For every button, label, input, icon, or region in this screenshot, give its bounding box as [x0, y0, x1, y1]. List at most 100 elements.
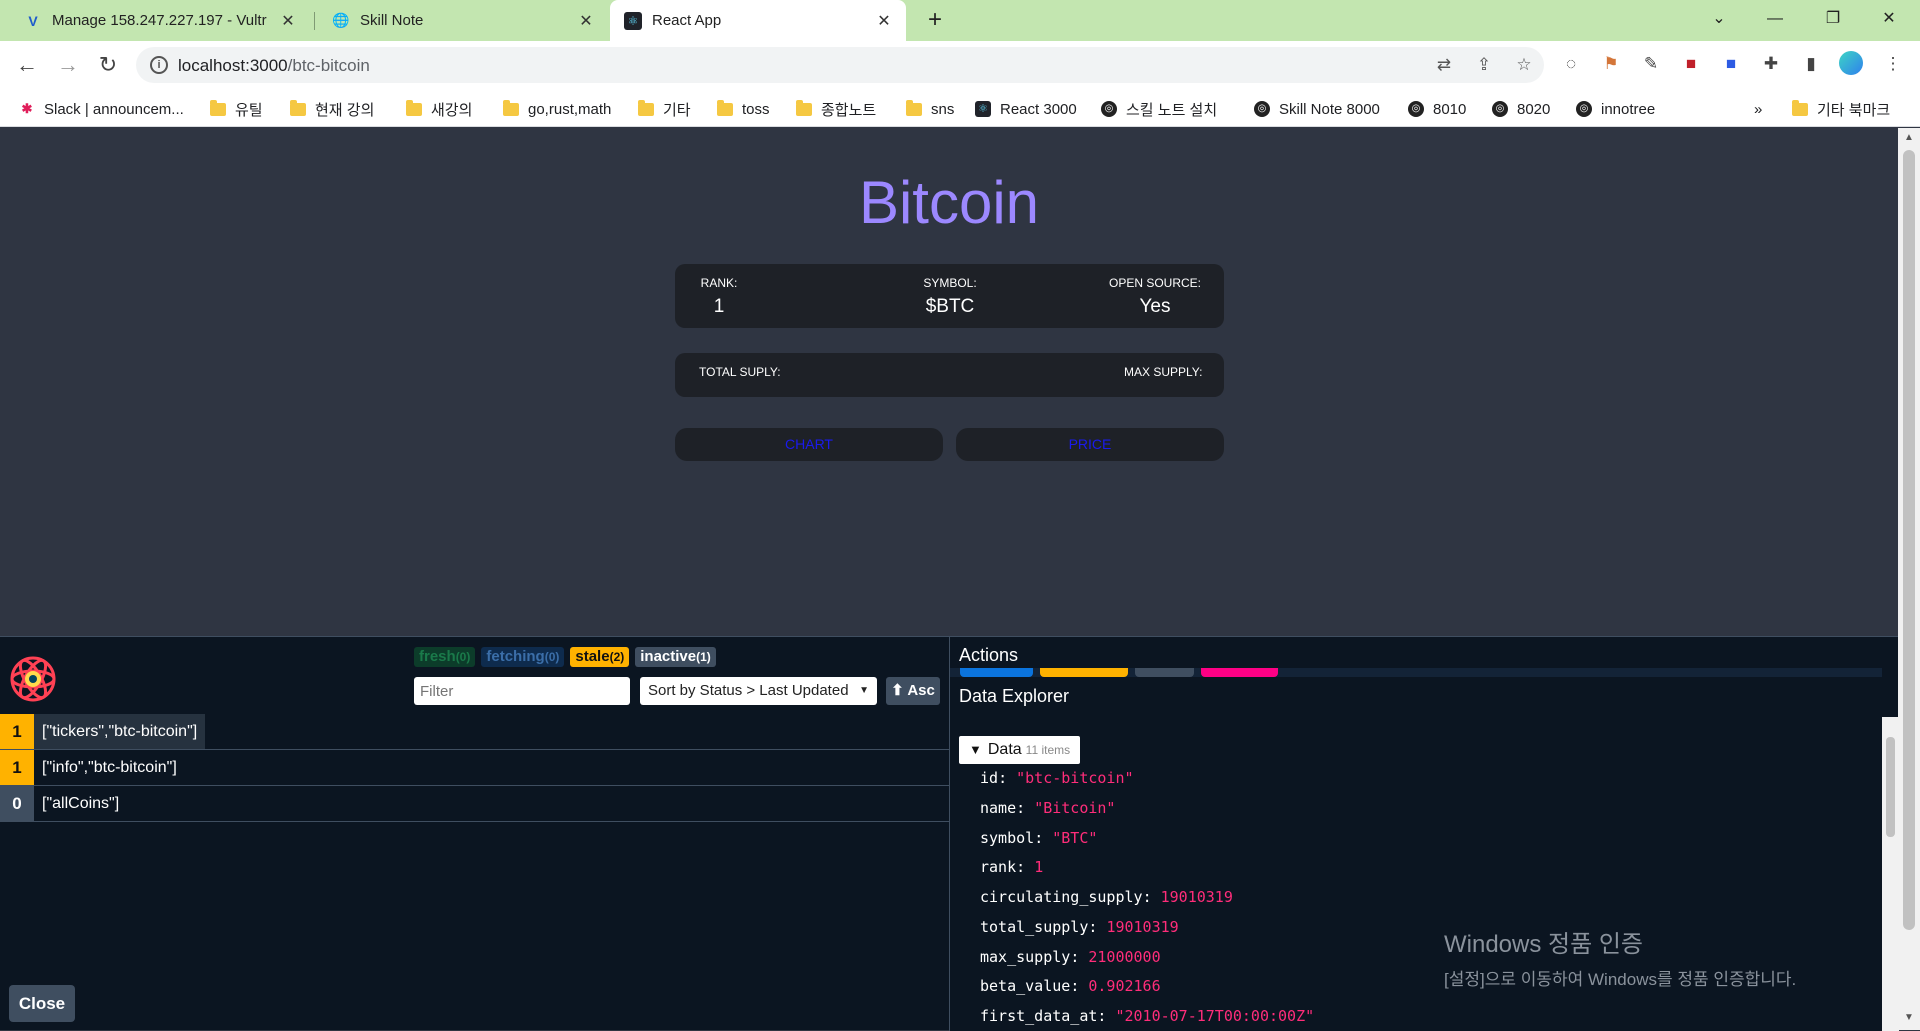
scroll-up-arrow-icon[interactable]: ▲	[1898, 132, 1920, 143]
query-row[interactable]: 1 ["tickers","btc-bitcoin"]	[0, 714, 949, 750]
folder-icon	[638, 99, 654, 116]
bookmark-item[interactable]: ◎ 8020	[1492, 98, 1550, 120]
invalidate-button[interactable]	[1040, 668, 1128, 677]
scrollbar-thumb[interactable]	[1903, 150, 1915, 930]
more-bookmarks-button[interactable]: »	[1754, 98, 1762, 120]
bookmark-item[interactable]: ⚛ React 3000	[975, 98, 1077, 120]
back-button[interactable]: ←	[11, 49, 43, 81]
folder-icon	[906, 99, 922, 116]
restore-button[interactable]: ❐	[1810, 0, 1856, 41]
menu-icon[interactable]: ⋮	[1880, 51, 1906, 77]
query-key: ["info","btc-bitcoin"]	[42, 759, 177, 776]
max-supply-cell: MAX SUPPLY:	[1124, 365, 1202, 379]
close-tab-icon[interactable]: ✕	[874, 11, 894, 31]
query-key: ["allCoins"]	[42, 795, 120, 812]
bookmark-item[interactable]: 기타	[638, 98, 691, 120]
close-devtools-button[interactable]: Close	[9, 985, 75, 1022]
fresh-badge: fresh(0)	[414, 647, 476, 667]
extension-icon[interactable]: ■	[1678, 51, 1704, 77]
puzzle-icon[interactable]: ✚	[1758, 51, 1784, 77]
eyedropper-icon[interactable]: ✎	[1638, 51, 1664, 77]
minimize-button[interactable]: —	[1752, 0, 1798, 41]
data-field: max_supply: 21000000	[980, 948, 1161, 966]
other-bookmarks-folder[interactable]: 기타 북마크	[1792, 98, 1890, 120]
stale-badge: stale(2)	[570, 647, 630, 667]
extension-icon[interactable]: ⚑	[1598, 51, 1624, 77]
tab-react-app[interactable]: ⚛ React App ✕	[610, 0, 906, 41]
folder-icon	[406, 99, 422, 116]
observer-count: 1	[0, 750, 34, 785]
query-row[interactable]: 1 ["info","btc-bitcoin"]	[0, 750, 949, 786]
scrollbar-thumb[interactable]	[1886, 737, 1895, 837]
page-title: Bitcoin	[858, 169, 1040, 236]
folder-icon	[717, 99, 733, 116]
bookmark-item[interactable]: 종합노트	[796, 98, 876, 120]
bookmark-item[interactable]: ◎ 8010	[1408, 98, 1466, 120]
total-supply-cell: TOTAL SUPLY:	[699, 365, 781, 379]
globe-icon: ◎	[1101, 101, 1117, 117]
globe-icon: ◎	[1408, 101, 1424, 117]
bookmark-item[interactable]: ◎ Skill Note 8000	[1254, 98, 1380, 120]
react-query-logo-icon[interactable]	[8, 654, 58, 704]
query-row[interactable]: 0 ["allCoins"]	[0, 786, 949, 822]
bookmark-item[interactable]: sns	[906, 98, 954, 120]
reset-button[interactable]	[1135, 668, 1194, 677]
tab-skill-note[interactable]: 🌐 Skill Note ✕	[318, 0, 608, 41]
page-scrollbar[interactable]: ▲ ▼	[1898, 128, 1920, 1030]
tab-price[interactable]: PRICE	[956, 428, 1224, 461]
close-tab-icon[interactable]: ✕	[278, 11, 298, 31]
tab-chart[interactable]: CHART	[675, 428, 943, 461]
tab-divider	[314, 12, 315, 30]
globe-icon: ◎	[1492, 101, 1508, 117]
scroll-down-arrow-icon[interactable]: ▼	[1898, 1012, 1920, 1023]
forward-button[interactable]: →	[52, 49, 84, 81]
refetch-button[interactable]	[960, 668, 1033, 677]
globe-icon: 🌐	[332, 12, 350, 28]
bookmark-item[interactable]: ✱ Slack | announcem...	[19, 98, 184, 120]
filter-input[interactable]	[414, 677, 630, 705]
sort-direction-button[interactable]: ⬆ Asc	[886, 677, 940, 705]
data-field: total_supply: 19010319	[980, 918, 1179, 936]
url-text: localhost:3000/btc-bitcoin	[178, 56, 370, 75]
browser-toolbar: ← → ↻ i localhost:3000/btc-bitcoin ⇄ ⇪ ☆…	[0, 41, 1920, 89]
avatar[interactable]	[1838, 51, 1864, 77]
bookmark-item[interactable]: toss	[717, 98, 770, 120]
tab-title: React App	[652, 12, 722, 29]
actions-bar	[950, 668, 1882, 677]
zoom-icon[interactable]: ■	[1718, 51, 1744, 77]
rank-value: 1	[713, 296, 725, 317]
tab-search-icon[interactable]: ⌄	[1696, 0, 1742, 41]
react-icon: ⚛	[975, 101, 991, 117]
bookmark-star-icon[interactable]: ☆	[1512, 55, 1536, 77]
close-tab-icon[interactable]: ✕	[576, 11, 596, 31]
supply-card: TOTAL SUPLY: MAX SUPPLY:	[675, 353, 1224, 397]
inactive-badge: inactive(1)	[635, 647, 716, 667]
new-tab-button[interactable]: +	[920, 6, 950, 36]
bookmark-item[interactable]: ◎ innotree	[1576, 98, 1655, 120]
status-badges: fresh(0) fetching(0) stale(2) inactive(1…	[414, 647, 716, 667]
translate-icon[interactable]: ⇄	[1432, 55, 1456, 77]
max-supply-label: MAX SUPPLY:	[1124, 365, 1203, 379]
close-window-button[interactable]: ✕	[1866, 0, 1912, 41]
folder-icon	[503, 99, 519, 116]
explorer-scrollbar[interactable]	[1882, 717, 1899, 1031]
data-field: beta_value: 0.902166	[980, 977, 1161, 995]
reload-button[interactable]: ↻	[92, 49, 124, 81]
address-bar[interactable]: i localhost:3000/btc-bitcoin ⇄ ⇪ ☆	[136, 47, 1544, 83]
data-expand-toggle[interactable]: ▼ Data 11 items	[959, 736, 1081, 764]
remove-button[interactable]	[1201, 668, 1278, 677]
side-panel-icon[interactable]: ▮	[1798, 51, 1824, 77]
bookmark-item[interactable]: 유틸	[210, 98, 263, 120]
bookmark-item[interactable]: 현재 강의	[290, 98, 374, 120]
extension-icon[interactable]: ◌	[1558, 51, 1584, 77]
open-source-label: OPEN SOURCE:	[1108, 276, 1201, 290]
bookmark-item[interactable]: 새강의	[406, 98, 472, 120]
share-icon[interactable]: ⇪	[1472, 55, 1496, 77]
data-field: symbol: "BTC"	[980, 829, 1098, 847]
site-info-icon[interactable]: i	[150, 56, 168, 74]
sort-select[interactable]: Sort by Status > Last Updated ▼	[640, 677, 877, 705]
bookmark-item[interactable]: ◎ 스킬 노트 설치	[1101, 98, 1217, 120]
overview-card: RANK: 1 SYMBOL: $BTC OPEN SOURCE: Yes	[675, 264, 1224, 328]
tab-vultr[interactable]: V Manage 158.247.227.197 - Vultr ✕	[10, 0, 310, 41]
bookmark-item[interactable]: go,rust,math	[503, 98, 611, 120]
